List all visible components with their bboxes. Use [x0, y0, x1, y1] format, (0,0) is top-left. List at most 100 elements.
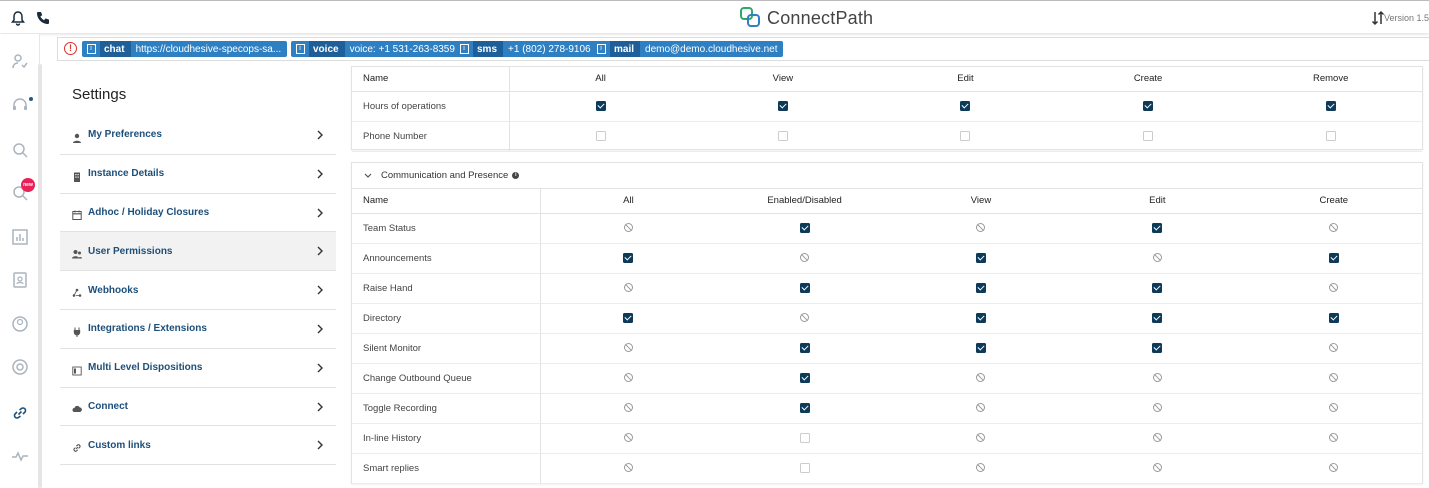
permission-checkbox-checked[interactable] — [1328, 312, 1339, 323]
permission-cell — [1245, 213, 1422, 244]
permission-checkbox-checked[interactable] — [595, 100, 606, 111]
permission-cell — [540, 213, 717, 244]
activity-icon[interactable] — [11, 447, 29, 465]
voice-channel-chip[interactable]: i voice voice: +1 531-263-8359 — [291, 41, 461, 57]
permission-checkbox-checked[interactable] — [975, 342, 986, 353]
not-applicable-icon — [1329, 283, 1339, 293]
rail-scrollbar[interactable] — [38, 64, 42, 488]
settings-menu-item[interactable]: Adhoc / Holiday Closures — [60, 194, 336, 233]
permission-cell — [716, 243, 893, 274]
channel-tag: sms — [473, 41, 504, 57]
permission-checkbox-checked[interactable] — [1152, 342, 1163, 353]
help-icon[interactable] — [11, 358, 29, 376]
brand-name: ConnectPath — [767, 7, 874, 28]
permission-cell — [540, 423, 717, 454]
settings-menu-item[interactable]: Integrations / Extensions — [60, 310, 336, 349]
contacts-icon[interactable] — [11, 271, 29, 289]
new-badge: new — [21, 178, 35, 192]
info-icon[interactable]: i — [512, 172, 520, 179]
permission-cell — [1069, 363, 1246, 394]
chevron-right-icon — [317, 285, 323, 295]
chat-channel-chip[interactable]: i chat https://cloudhesive-specops-sa... — [82, 41, 288, 57]
permission-checkbox-checked[interactable] — [1152, 312, 1163, 323]
permission-checkbox-unchecked[interactable] — [777, 130, 788, 141]
building-icon — [72, 169, 82, 182]
chevron-right-icon — [317, 208, 323, 218]
permission-checkbox-checked[interactable] — [799, 342, 810, 353]
sms-channel-chip[interactable]: i sms +1 (802) 278-9106 — [455, 41, 597, 57]
chevron-down-icon[interactable] — [364, 173, 372, 179]
reports-icon[interactable] — [11, 228, 29, 246]
settings-panel: Settings My Preferences Instance Details A… — [60, 72, 336, 466]
chevron-right-icon — [317, 169, 323, 179]
permission-checkbox-unchecked[interactable] — [960, 130, 971, 141]
settings-menu-item[interactable]: Instance Details — [60, 155, 336, 194]
brand-logo: ConnectPath — [740, 6, 873, 30]
permission-checkbox-checked[interactable] — [960, 100, 971, 111]
permission-cell — [540, 243, 717, 274]
permission-cell — [540, 363, 717, 394]
sort-icon[interactable] — [1371, 10, 1385, 26]
headset-icon[interactable] — [11, 96, 29, 114]
permission-checkbox-checked[interactable] — [1152, 222, 1163, 233]
permission-cell — [1239, 91, 1422, 122]
settings-menu-item[interactable]: Custom links — [60, 426, 336, 466]
permission-name: Directory — [352, 303, 541, 334]
cloud-icon — [72, 401, 82, 413]
permission-checkbox-checked[interactable] — [799, 372, 810, 383]
link-icon[interactable] — [11, 404, 29, 422]
list-icon — [72, 363, 82, 376]
permission-cell — [1245, 453, 1422, 484]
logo-mark-icon — [740, 7, 762, 29]
permission-checkbox-checked[interactable] — [1152, 282, 1163, 293]
permission-cell — [1245, 393, 1422, 424]
search-icon[interactable] — [11, 141, 29, 159]
permission-checkbox-checked[interactable] — [1143, 100, 1154, 111]
permission-checkbox-checked[interactable] — [799, 282, 810, 293]
not-applicable-icon — [1329, 223, 1339, 233]
permission-checkbox-unchecked[interactable] — [1143, 130, 1154, 141]
settings-menu-item[interactable]: User Permissions — [60, 232, 336, 272]
permission-checkbox-checked[interactable] — [623, 312, 634, 323]
permission-cell — [1245, 243, 1422, 274]
mail-channel-chip[interactable]: i mail demo@demo.cloudhesive.net — [592, 41, 784, 57]
permission-checkbox-checked[interactable] — [1328, 252, 1339, 263]
settings-menu-item[interactable]: Multi Level Dispositions — [60, 349, 336, 388]
not-applicable-icon — [1329, 403, 1339, 413]
permission-cell — [892, 213, 1070, 244]
bell-icon[interactable] — [10, 10, 26, 26]
profile-icon[interactable] — [11, 315, 29, 333]
permission-checkbox-unchecked[interactable] — [1325, 130, 1336, 141]
permission-checkbox-checked[interactable] — [1325, 100, 1336, 111]
settings-menu-item[interactable]: Webhooks — [60, 271, 336, 310]
permission-checkbox-checked[interactable] — [623, 252, 634, 263]
column-header: View — [892, 189, 1070, 214]
settings-menu-label: Instance Details — [88, 168, 165, 180]
phone-icon[interactable] — [35, 10, 51, 26]
settings-menu-label: User Permissions — [88, 245, 173, 257]
permission-checkbox-unchecked[interactable] — [799, 462, 810, 473]
permission-cell — [691, 91, 875, 122]
permission-checkbox-checked[interactable] — [975, 252, 986, 263]
permission-cell — [1069, 393, 1246, 424]
link-icon — [72, 440, 82, 453]
permission-checkbox-checked[interactable] — [777, 100, 788, 111]
alert-icon[interactable]: ! — [64, 42, 77, 55]
permission-cell — [892, 393, 1070, 424]
channel-tag: mail — [610, 41, 641, 57]
permission-checkbox-checked[interactable] — [799, 402, 810, 413]
permission-cell — [1069, 273, 1246, 304]
permission-name: In-line History — [352, 423, 541, 454]
permission-checkbox-checked[interactable] — [975, 282, 986, 293]
permission-checkbox-unchecked[interactable] — [799, 432, 810, 443]
permission-checkbox-unchecked[interactable] — [595, 130, 606, 141]
agent-icon[interactable] — [11, 53, 29, 71]
settings-menu-item[interactable]: My Preferences — [60, 116, 336, 155]
permission-checkbox-checked[interactable] — [975, 312, 986, 323]
permission-checkbox-checked[interactable] — [799, 222, 810, 233]
channel-value: https://cloudhesive-specops-sa... — [135, 43, 282, 55]
section-header[interactable]: Communication and Presence i — [352, 163, 1422, 189]
not-applicable-icon — [1329, 433, 1339, 443]
not-applicable-icon — [1152, 403, 1162, 413]
settings-menu-item[interactable]: Connect — [60, 388, 336, 427]
